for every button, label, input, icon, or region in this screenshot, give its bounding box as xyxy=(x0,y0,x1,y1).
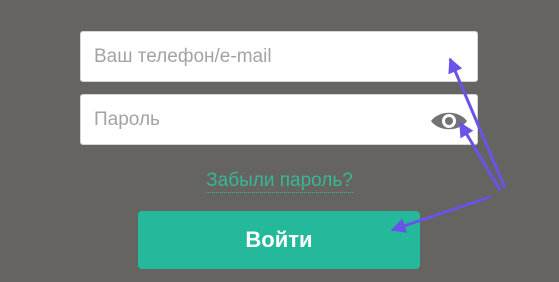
password-field xyxy=(80,94,478,145)
login-page: { "login_form": { "login_field": { "plac… xyxy=(0,0,559,282)
forgot-password-row: Забыли пароль? xyxy=(0,170,559,193)
login-field xyxy=(80,31,478,82)
eye-icon[interactable] xyxy=(429,109,469,133)
password-input[interactable] xyxy=(81,95,477,144)
forgot-password-link[interactable]: Забыли пароль? xyxy=(206,170,353,193)
login-button[interactable]: Войти xyxy=(138,211,420,269)
phone-email-input[interactable] xyxy=(81,32,477,81)
